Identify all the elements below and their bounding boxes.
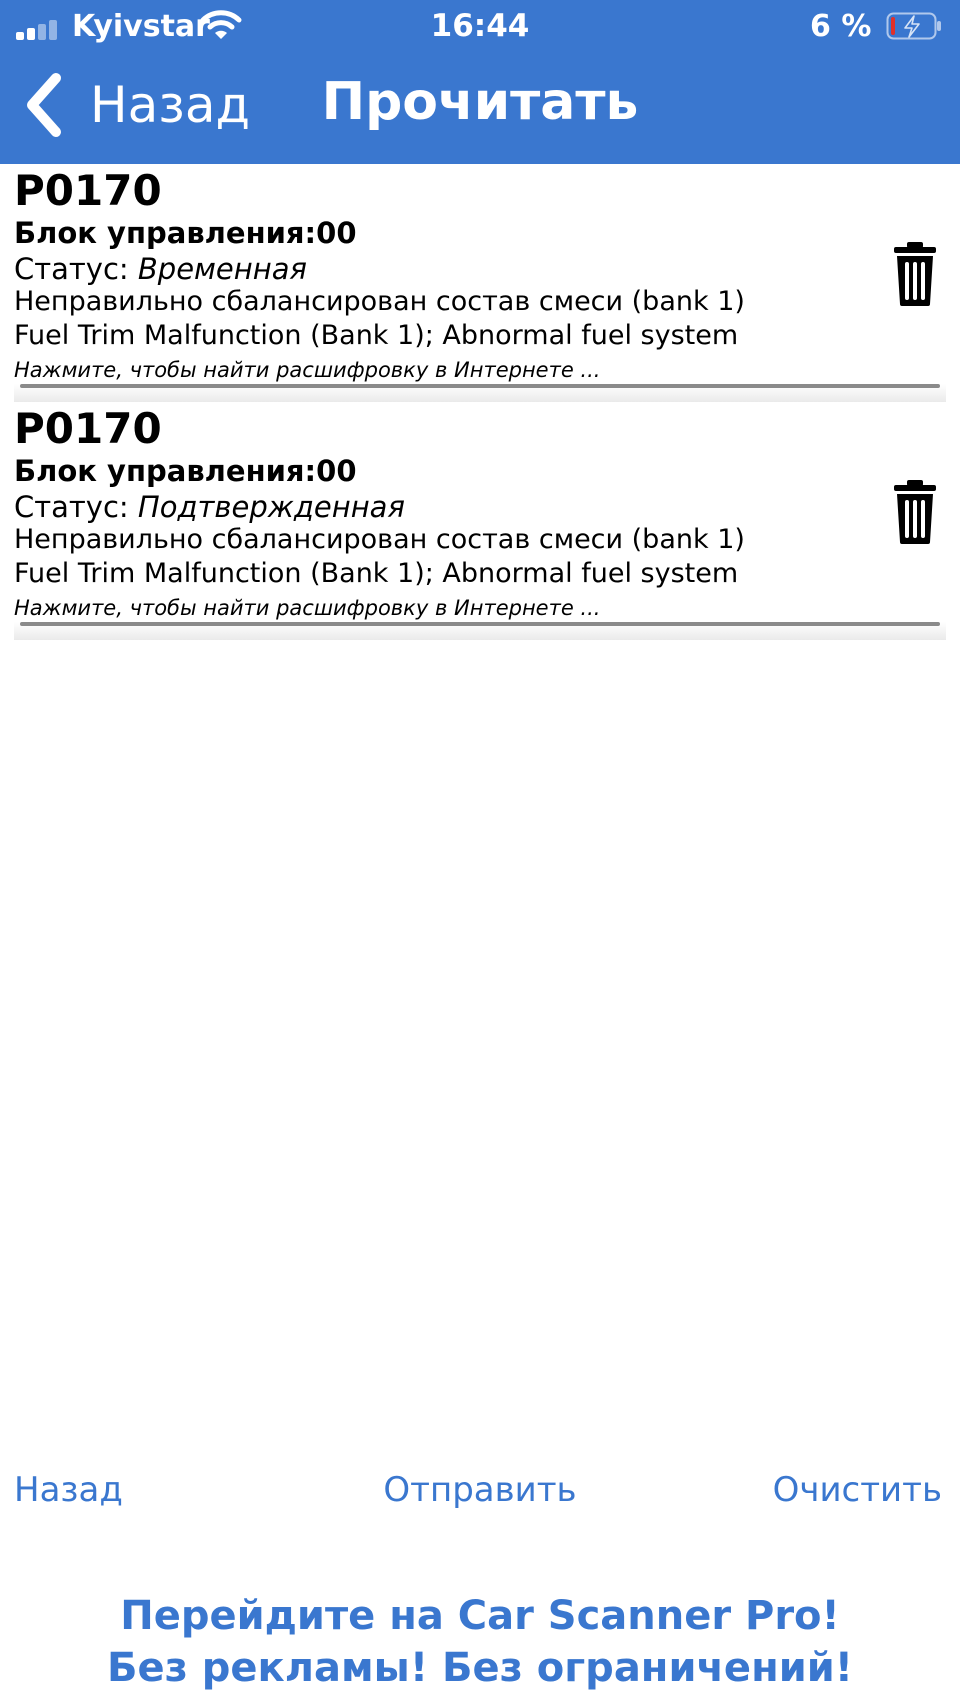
dtc-code: P0170 [14, 404, 162, 453]
dtc-divider [14, 384, 946, 402]
promo-line-1: Перейдите на Car Scanner Pro! [120, 1593, 840, 1639]
battery-low-icon [886, 12, 941, 40]
dtc-search-hint[interactable]: Нажмите, чтобы найти расшифровку в Интер… [14, 596, 600, 620]
nav-back-label: Назад [90, 76, 251, 134]
clear-button[interactable]: Очистить [773, 1470, 942, 1510]
dtc-description-ru: Неправильно сбалансирован состав смеси (… [14, 524, 745, 555]
trash-icon[interactable] [892, 478, 938, 546]
dtc-ecu: Блок управления:00 [14, 454, 357, 488]
nav-back-button[interactable]: Назад [22, 70, 250, 140]
promo-line-2: Без рекламы! Без ограничений! [107, 1645, 853, 1691]
chevron-left-icon [27, 73, 61, 137]
dtc-search-hint[interactable]: Нажмите, чтобы найти расшифровку в Интер… [14, 358, 600, 382]
dtc-list: P0170 Блок управления:00 Статус: Временн… [0, 164, 960, 640]
dtc-item[interactable]: P0170 Блок управления:00 Статус: Временн… [0, 164, 960, 402]
dtc-status-value: Временная [137, 252, 307, 286]
dtc-divider [14, 622, 946, 640]
dtc-status-label: Статус: [14, 490, 138, 524]
send-button[interactable]: Отправить [383, 1470, 576, 1510]
dtc-status-value: Подтвержденная [137, 490, 405, 524]
dtc-description-ru: Неправильно сбалансирован состав смеси (… [14, 286, 745, 317]
trash-icon[interactable] [892, 240, 938, 308]
bottom-toolbar: Назад Отправить Очистить [0, 1470, 960, 1520]
dtc-status: Статус: Подтвержденная [14, 490, 405, 524]
header: Kyivstar 16:44 6 % Прочитать Назад [0, 0, 960, 164]
dtc-item[interactable]: P0170 Блок управления:00 Статус: Подтвер… [0, 402, 960, 640]
dtc-status: Статус: Временная [14, 252, 307, 286]
dtc-description-en: Fuel Trim Malfunction (Bank 1); Abnormal… [14, 320, 739, 351]
battery-percent: 6 % [810, 9, 872, 44]
dtc-status-label: Статус: [14, 252, 138, 286]
dtc-description-en: Fuel Trim Malfunction (Bank 1); Abnormal… [14, 558, 739, 589]
dtc-code: P0170 [14, 166, 162, 215]
upgrade-promo-banner[interactable]: Перейдите на Car Scanner Pro! Без реклам… [0, 1590, 960, 1694]
status-bar: Kyivstar 16:44 6 % [0, 0, 960, 54]
dtc-ecu: Блок управления:00 [14, 216, 357, 250]
